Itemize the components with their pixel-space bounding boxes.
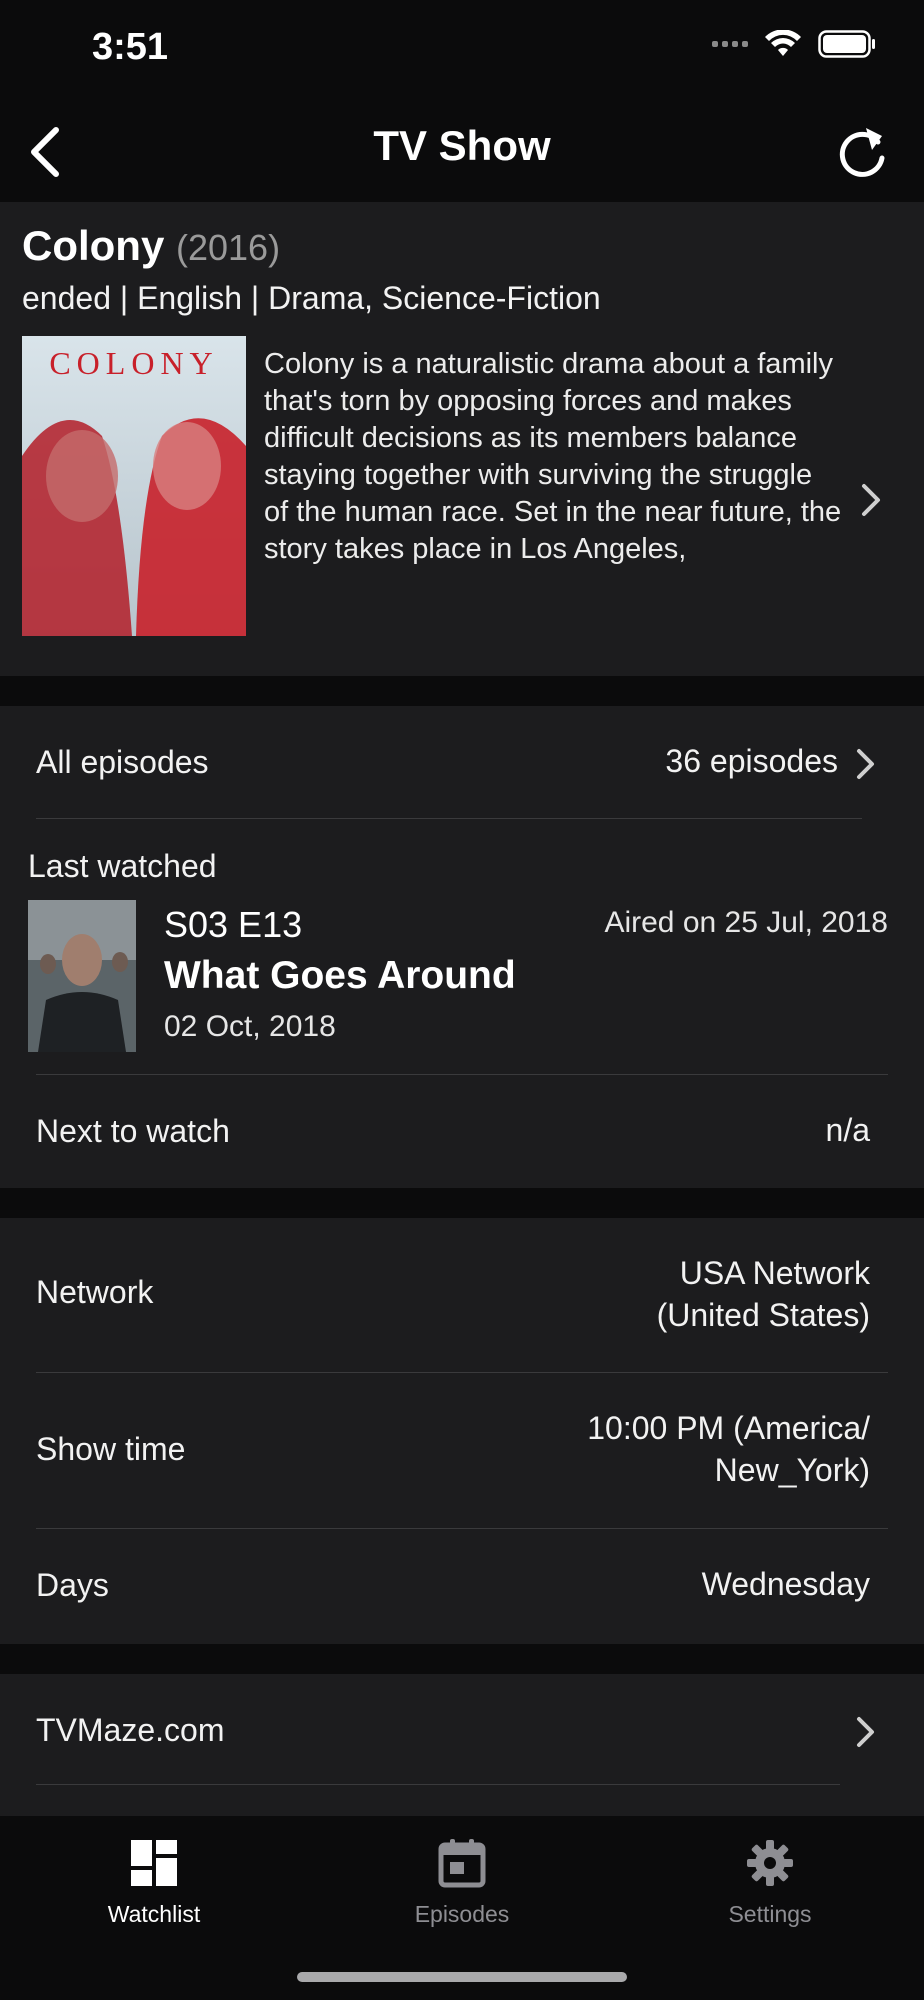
network-value-line1: USA Network: [679, 1255, 870, 1291]
network-row: Network USA Network (United States): [0, 1218, 924, 1372]
showtime-value: 10:00 PM (America/ New_York): [587, 1407, 870, 1491]
days-value: Wednesday: [701, 1566, 870, 1602]
showtime-row: Show time 10:00 PM (America/ New_York): [0, 1373, 924, 1529]
all-episodes-row[interactable]: All episodes 36 episodes: [0, 706, 924, 820]
summary-chevron-right-icon[interactable]: [858, 480, 886, 520]
chevron-right-icon: [857, 749, 874, 779]
status-time: 3:51: [92, 26, 169, 68]
network-label: Network: [36, 1274, 154, 1310]
refresh-button[interactable]: [830, 120, 894, 184]
episode-code: S03 E13: [164, 904, 303, 945]
tab-settings-label: Settings: [728, 1901, 812, 1927]
wifi-icon: [765, 30, 801, 56]
show-title-line: Colony (2016): [22, 222, 280, 270]
next-to-watch-row[interactable]: Next to watch n/a: [0, 1075, 924, 1188]
gear-icon: [747, 1840, 793, 1886]
show-title: Colony: [22, 222, 165, 269]
show-meta: ended | English | Drama, Science-Fiction: [22, 280, 601, 316]
show-header: Colony (2016) ended | English | Drama, S…: [0, 202, 924, 676]
days-row: Days Wednesday: [0, 1529, 924, 1644]
episodes-section: All episodes 36 episodes Last watched S0…: [0, 706, 924, 1188]
show-poster[interactable]: COLONY: [22, 336, 246, 636]
poster-title-text: COLONY: [49, 345, 218, 381]
status-icons: [712, 30, 876, 58]
next-to-watch-value: n/a: [825, 1112, 870, 1148]
tab-watchlist-label: Watchlist: [107, 1901, 201, 1927]
episode-aired-date: Aired on 25 Jul, 2018: [604, 906, 888, 939]
network-value-line2: (United States): [656, 1297, 870, 1333]
tab-settings[interactable]: Settings: [670, 1838, 870, 1928]
calendar-icon: [438, 1839, 486, 1888]
chevron-right-icon: [857, 1717, 874, 1747]
tab-episodes[interactable]: Episodes: [362, 1838, 562, 1928]
network-value: USA Network (United States): [657, 1252, 870, 1336]
all-episodes-value: 36 episodes: [665, 743, 838, 779]
episode-title: What Goes Around: [164, 954, 516, 997]
episode-thumbnail: [28, 900, 136, 1052]
divider: [36, 1784, 840, 1785]
last-watched-label: Last watched: [28, 848, 217, 884]
navigation-bar: TV Show: [0, 100, 924, 200]
showtime-value-line2: New_York): [714, 1452, 870, 1488]
show-info-section: Network USA Network (United States) Show…: [0, 1218, 924, 1644]
page-title: TV Show: [373, 122, 551, 169]
tab-watchlist[interactable]: Watchlist: [54, 1838, 254, 1928]
showtime-label: Show time: [36, 1431, 186, 1467]
tvmaze-link-row[interactable]: TVMaze.com: [0, 1674, 924, 1786]
links-section: TVMaze.com: [0, 1674, 924, 1816]
days-label: Days: [36, 1567, 109, 1603]
last-watched-row[interactable]: Last watched S03 E13 Aired on 25 Jul, 20…: [0, 820, 924, 1074]
all-episodes-label: All episodes: [36, 744, 209, 780]
refresh-icon: [839, 128, 885, 177]
show-year: (2016): [176, 227, 281, 268]
tvmaze-link-label: TVMaze.com: [36, 1712, 225, 1748]
showtime-value-line1: 10:00 PM (America/: [587, 1410, 870, 1446]
status-bar: 3:51: [0, 0, 924, 100]
cellular-signal-icon: [712, 41, 748, 47]
home-indicator[interactable]: [297, 1972, 627, 1982]
grid-icon: [131, 1840, 177, 1886]
next-to-watch-label: Next to watch: [36, 1113, 230, 1149]
episode-watched-date: 02 Oct, 2018: [164, 1010, 336, 1043]
battery-icon: [818, 30, 875, 58]
divider: [36, 818, 862, 819]
tab-episodes-label: Episodes: [414, 1901, 510, 1927]
show-summary: Colony is a naturalistic drama about a f…: [264, 348, 842, 565]
